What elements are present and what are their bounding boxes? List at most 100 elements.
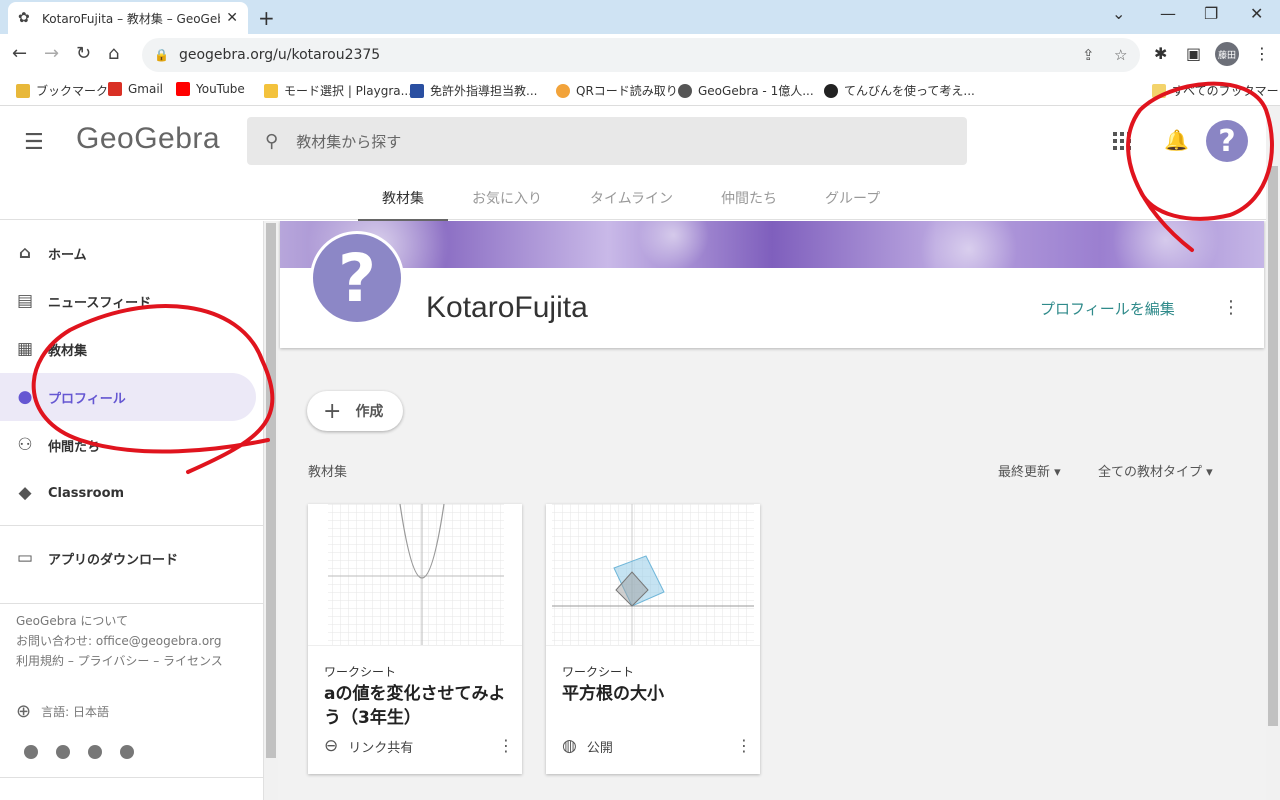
devices-icon: ▭	[16, 548, 34, 568]
qr-icon	[556, 83, 570, 98]
bookmark-label: ブックマーク	[36, 84, 109, 98]
playground-icon	[264, 83, 278, 98]
tab-favorites[interactable]: お気に入り	[448, 184, 566, 221]
bookmark-label: てんびんを使って考え...	[844, 84, 975, 98]
visibility-label: 公開	[586, 740, 613, 756]
profile-card: ? KotaroFujita プロフィールを編集 ⋮	[280, 221, 1264, 348]
sidebar-item-download[interactable]: ▭ アプリのダウンロード	[0, 534, 256, 582]
more-options-icon[interactable]: ⋮	[1222, 297, 1240, 318]
sidebar-item-materials[interactable]: ▦ 教材集	[0, 325, 256, 373]
legal-links[interactable]: 利用規約 – プライバシー – ライセンス	[16, 651, 246, 671]
search-bar[interactable]: ⚲ 教材集から探す	[247, 117, 967, 165]
notification-bell-icon[interactable]: 🔔	[1164, 128, 1189, 152]
close-window-button[interactable]: ✕	[1250, 4, 1263, 23]
tab-timeline[interactable]: タイムライン	[566, 184, 697, 221]
tab-materials[interactable]: 教材集	[358, 184, 448, 221]
share-icon[interactable]: ⇪	[1082, 46, 1095, 64]
geogebra-favicon-icon: ✿	[18, 10, 30, 26]
sidebar-item-label: 教材集	[48, 343, 88, 359]
restore-button[interactable]: ❐	[1204, 4, 1218, 23]
edit-profile-button[interactable]: プロフィールを編集	[1040, 298, 1175, 319]
material-title[interactable]: 平方根の大小	[562, 682, 750, 706]
sidebar-item-friends[interactable]: ⚇ 仲間たち	[0, 421, 256, 469]
card-menu-icon[interactable]: ⋮	[736, 736, 752, 755]
tab-close-icon[interactable]: ✕	[226, 10, 238, 26]
sort-dropdown[interactable]: 最終更新 ▾	[998, 461, 1061, 480]
forward-icon[interactable]: →	[44, 43, 59, 64]
material-thumbnail	[308, 504, 522, 646]
reload-icon[interactable]: ↻	[76, 43, 91, 64]
material-type: ワークシート	[562, 665, 635, 679]
link-icon: ⊖	[324, 736, 339, 756]
create-button[interactable]: + 作成	[307, 391, 404, 431]
globe-icon: ⊕	[16, 701, 32, 722]
twitter-icon[interactable]	[56, 745, 70, 759]
bookmark-item[interactable]: YouTube	[176, 82, 245, 96]
bookmark-star-icon[interactable]: ☆	[1114, 46, 1127, 64]
globe-icon: ◍	[562, 736, 577, 756]
tab-friends[interactable]: 仲間たち	[697, 184, 801, 221]
user-avatar[interactable]: ?	[1206, 120, 1248, 162]
sidebar-item-newsfeed[interactable]: ▤ ニュースフィード	[0, 277, 256, 325]
home-icon[interactable]: ⌂	[108, 43, 119, 64]
app-header: ☰ GeoGebra ⚲ 教材集から探す 🔔 ? 教材集 お気に入り タイムライ…	[0, 106, 1280, 221]
type-filter-dropdown[interactable]: 全ての教材タイプ ▾	[1098, 461, 1213, 480]
people-icon: ⚇	[17, 435, 33, 455]
hamburger-menu-icon[interactable]: ☰	[24, 130, 44, 155]
geogebra-logo[interactable]: GeoGebra	[76, 122, 220, 156]
all-bookmarks[interactable]: すべてのブックマーク	[1152, 82, 1280, 99]
material-card[interactable]: ワークシート aの値を変化させてみよう（3年生） ⊖ リンク共有 ⋮	[308, 504, 522, 774]
scrollbar-thumb[interactable]	[266, 223, 276, 758]
sidebar-footer: GeoGebra について お問い合わせ: office@geogebra.or…	[16, 611, 246, 671]
minimize-button[interactable]: —	[1160, 4, 1176, 23]
bookmark-label: 免許外指導担当教...	[430, 84, 538, 98]
new-tab-button[interactable]: +	[258, 6, 275, 30]
address-bar[interactable]: 🔒 geogebra.org/u/kotarou2375 ⇪ ☆	[142, 38, 1140, 72]
url-text: geogebra.org/u/kotarou2375	[178, 47, 381, 63]
browser-tab[interactable]: ✿ KotaroFujita – 教材集 – GeoGebra ✕	[8, 2, 248, 34]
bookmark-item[interactable]: GeoGebra - 1億人...	[678, 82, 814, 99]
tab-groups[interactable]: グループ	[801, 184, 904, 221]
document-icon: ▦	[16, 339, 34, 359]
dropdown-arrow-icon: ▾	[1054, 465, 1061, 480]
youtube-icon	[176, 82, 190, 96]
browser-menu-icon[interactable]: ⋮	[1254, 44, 1270, 63]
instagram-icon[interactable]	[88, 745, 102, 759]
sidebar-item-classroom[interactable]: ◆ Classroom	[0, 469, 256, 517]
sidebar-divider	[0, 777, 264, 778]
back-icon[interactable]: ←	[12, 43, 27, 64]
about-link[interactable]: GeoGebra について	[16, 611, 246, 631]
bookmark-item[interactable]: モード選択 | Playgra...	[264, 82, 412, 99]
sidebar-item-label: ニュースフィード	[48, 295, 152, 311]
bookmark-item[interactable]: ブックマーク	[16, 82, 108, 99]
visibility-label: リンク共有	[348, 740, 414, 756]
contact-link[interactable]: お問い合わせ: office@geogebra.org	[16, 631, 246, 651]
sidebar-item-home[interactable]: ⌂ ホーム	[0, 229, 256, 277]
facebook-icon[interactable]	[24, 745, 38, 759]
material-title[interactable]: aの値を変化させてみよう（3年生）	[324, 682, 512, 730]
sidebar-item-profile[interactable]: ● プロフィール	[0, 373, 256, 421]
bookmark-item[interactable]: Gmail	[108, 82, 163, 96]
dropdown-arrow-icon: ▾	[1206, 465, 1213, 480]
bookmark-item[interactable]: 免許外指導担当教...	[410, 82, 537, 99]
material-card[interactable]: ワークシート 平方根の大小 ◍ 公開 ⋮	[546, 504, 760, 774]
classroom-icon: ◆	[18, 483, 32, 503]
browser-profile-avatar[interactable]: 藤田	[1215, 42, 1239, 66]
bookmarks-bar: ブックマーク Gmail YouTube モード選択 | Playgra... …	[0, 76, 1280, 106]
tab-search-icon[interactable]: ⌄	[1112, 4, 1125, 23]
scrollbar-thumb[interactable]	[1268, 166, 1278, 726]
squares-graph-icon	[552, 504, 754, 645]
extensions-icon[interactable]: ✱	[1154, 44, 1167, 63]
bookmark-item[interactable]: QRコード読み取り	[556, 82, 678, 99]
sidebar-scrollbar[interactable]	[264, 221, 278, 800]
apps-grid-icon[interactable]	[1113, 132, 1131, 150]
side-panel-icon[interactable]: ▣	[1186, 44, 1201, 63]
home-icon: ⌂	[18, 243, 32, 263]
browser-toolbar: ← → ↻ ⌂ 🔒 geogebra.org/u/kotarou2375 ⇪ ☆…	[0, 34, 1280, 76]
bookmark-item[interactable]: てんびんを使って考え...	[824, 82, 975, 99]
page-scrollbar[interactable]	[1266, 106, 1280, 800]
sidebar-item-label: プロフィール	[48, 391, 126, 407]
language-selector[interactable]: ⊕ 言語: 日本語	[16, 701, 109, 722]
youtube-icon[interactable]	[120, 745, 134, 759]
card-menu-icon[interactable]: ⋮	[498, 736, 514, 755]
